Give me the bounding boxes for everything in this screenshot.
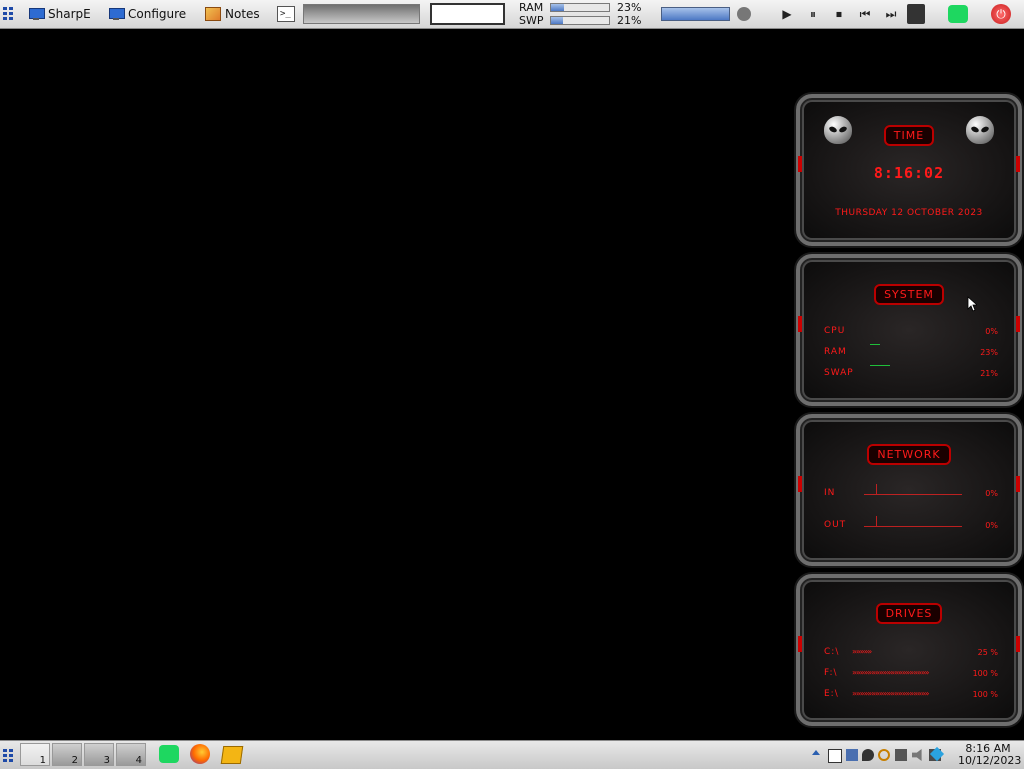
swap-meter-fill (551, 17, 564, 24)
show-hidden-icons-icon[interactable] (812, 750, 820, 755)
cpu-value: 0% (985, 327, 998, 336)
system-widget-title: SYSTEM (800, 284, 1018, 305)
drive-c-usage-bar: »»»»» (852, 647, 872, 656)
bottom-taskbar: 1 2 3 4 8:16 AM 10/12/2023 (0, 740, 1024, 769)
time-widget: TIME 8:16:02 THURSDAY 12 OCTOBER 2023 (796, 94, 1022, 246)
network-icon[interactable] (895, 749, 907, 761)
workspace-3[interactable]: 3 (84, 743, 114, 766)
drives-widget-title: DRIVES (800, 603, 1018, 624)
speaker-icon[interactable] (737, 7, 751, 21)
network-out-spike (876, 516, 877, 526)
network-in-spike (876, 484, 877, 494)
pause-button[interactable]: ⏸ (804, 6, 822, 22)
launcher-notes[interactable]: Notes (205, 4, 260, 24)
system-widget: SYSTEM CPU 0% RAM 23% SWAP 21% (796, 254, 1022, 406)
workspace-4[interactable]: 4 (116, 743, 146, 766)
next-button[interactable]: ⏭ (882, 6, 900, 22)
drop-icon[interactable] (862, 749, 874, 761)
spotify-icon[interactable] (948, 5, 968, 23)
ram-meter (550, 3, 610, 12)
drive-e-usage-bar: »»»»»»»»»»»»»»»»»»»» (852, 689, 929, 698)
network-in-value: 0% (985, 489, 998, 498)
swap-meter-label: SWP (519, 14, 544, 27)
terminal-icon[interactable]: >_ (277, 6, 295, 22)
widget-date: THURSDAY 12 OCTOBER 2023 (835, 208, 983, 218)
workspace-1[interactable]: 1 (20, 743, 50, 766)
swap-meter-value: 21% (617, 14, 642, 27)
ram-meter-fill (551, 4, 565, 11)
launcher-label: Notes (225, 7, 260, 21)
drive-f-label: F:\ (824, 668, 838, 678)
launcher-sharpe[interactable]: SharpE (28, 4, 91, 24)
mouse-cursor-icon (967, 296, 977, 312)
clock-date: 10/12/2023 (958, 754, 1022, 767)
drive-f-usage-bar: »»»»»»»»»»»»»»»»»»»» (852, 668, 929, 677)
play-button[interactable]: ▶ (778, 6, 796, 22)
drive-c-label: C:\ (824, 647, 840, 657)
network-widget-title: NETWORK (800, 444, 1018, 465)
run-input[interactable] (430, 3, 505, 25)
spotify-icon[interactable] (159, 745, 179, 763)
swap-meter (550, 16, 610, 25)
alien-app-icon[interactable] (907, 4, 925, 24)
start-menu-icon[interactable] (3, 6, 15, 20)
drives-widget: DRIVES C:\ »»»»» 25 % F:\ »»»»»»»»»»»»»»… (796, 574, 1022, 726)
network-in-graph (864, 494, 962, 495)
notes-icon (205, 7, 221, 21)
ram-value: 23% (980, 348, 998, 357)
ram-meter-value: 23% (617, 1, 642, 14)
top-taskbar: SharpE Configure Notes >_ RAM 23% SWP 21… (0, 0, 1024, 29)
flag-icon[interactable] (828, 749, 842, 763)
search-icon[interactable] (878, 749, 890, 761)
monitor-icon (108, 7, 125, 21)
firefox-icon[interactable] (190, 744, 210, 764)
ram-label: RAM (824, 347, 847, 357)
swap-graph (870, 365, 890, 366)
ram-graph (870, 344, 880, 345)
previous-button[interactable]: ⏮ (856, 6, 874, 22)
system-clock[interactable]: 8:16 AM 10/12/2023 (958, 743, 1022, 767)
network-widget: NETWORK IN 0% OUT 0% (796, 414, 1022, 566)
launcher-configure[interactable]: Configure (108, 4, 186, 24)
drive-c-value: 25 % (977, 648, 998, 657)
drive-e-value: 100 % (972, 690, 998, 699)
drive-e-label: E:\ (824, 689, 839, 699)
ram-meter-label: RAM (519, 1, 544, 14)
volume-slider[interactable] (661, 7, 730, 21)
power-button[interactable]: ⏻ (991, 4, 1011, 24)
widget-clock: 8:16:02 (873, 164, 945, 182)
cpu-label: CPU (824, 326, 846, 336)
sticky-notes-icon[interactable] (220, 746, 244, 764)
swap-value: 21% (980, 369, 998, 378)
drive-f-value: 100 % (972, 669, 998, 678)
network-out-label: OUT (824, 520, 847, 530)
monitor-icon (28, 7, 45, 21)
network-out-value: 0% (985, 521, 998, 530)
network-in-label: IN (824, 488, 836, 498)
swap-label: SWAP (824, 368, 854, 378)
launcher-label: Configure (128, 7, 187, 21)
network-out-graph (864, 526, 962, 527)
workspace-2[interactable]: 2 (52, 743, 82, 766)
stop-button[interactable]: ⏹ (830, 6, 848, 22)
start-menu-icon[interactable] (3, 748, 15, 762)
volume-icon[interactable] (912, 749, 922, 761)
command-field[interactable] (303, 4, 420, 24)
time-widget-title: TIME (800, 125, 1018, 146)
launcher-label: SharpE (48, 7, 91, 21)
volume-fill (662, 8, 729, 20)
shield-icon[interactable] (846, 749, 858, 761)
